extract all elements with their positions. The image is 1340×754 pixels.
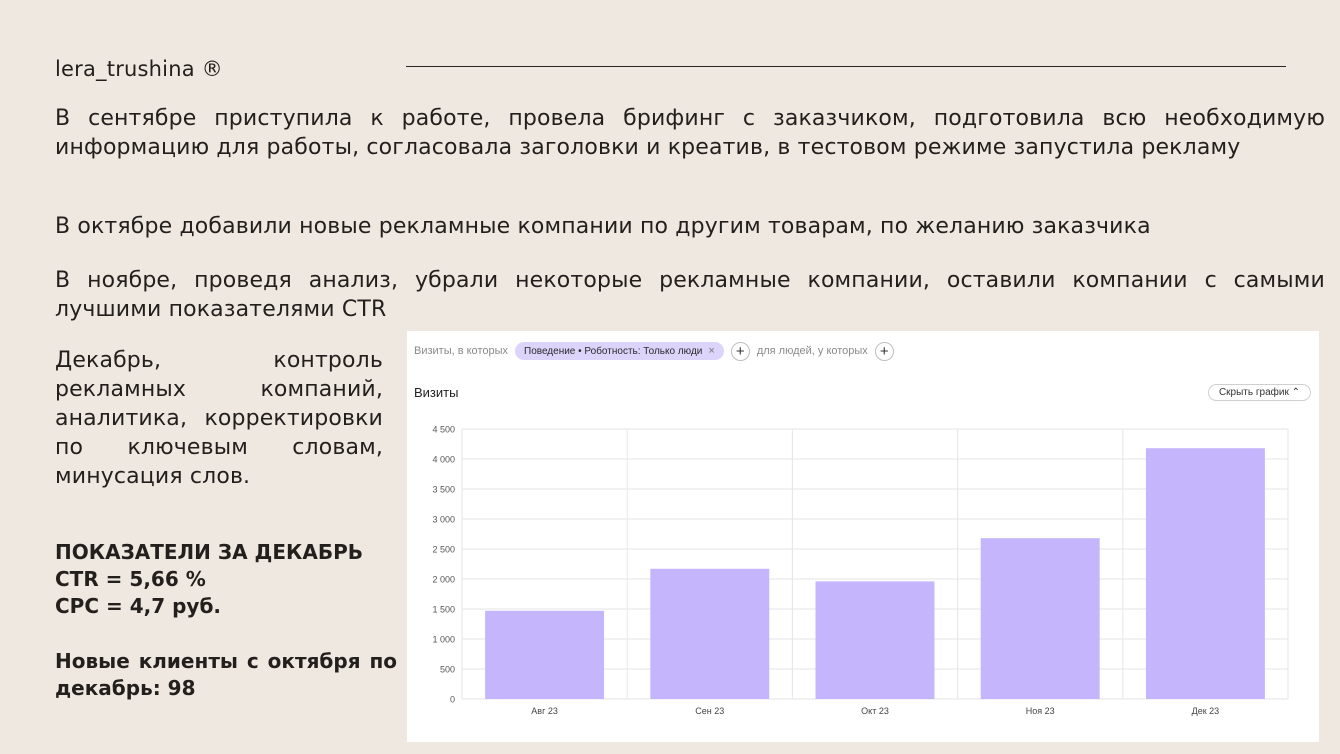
x-tick-label: Дек 23 <box>1192 706 1220 716</box>
bar <box>980 538 1100 699</box>
x-tick-label: Окт 23 <box>861 706 889 716</box>
bar <box>815 581 935 699</box>
new-clients: Новые клиенты с октября по декабрь: 98 <box>55 649 397 700</box>
bar <box>1145 448 1265 699</box>
y-tick-label: 500 <box>440 665 455 675</box>
bar <box>485 610 605 699</box>
metrics-heading: ПОКАЗАТЕЛИ ЗА ДЕКАБРЬ <box>55 540 363 564</box>
paragraph-september: В сентябре приступила к работе, провела … <box>55 106 1325 160</box>
y-tick-label: 1 500 <box>432 605 455 615</box>
y-tick-label: 3 000 <box>432 515 455 525</box>
metrics-block: ПОКАЗАТЕЛИ ЗА ДЕКАБРЬ CTR = 5,66 % CPC =… <box>55 539 363 620</box>
analytics-panel: Визиты, в которых Поведение • Роботность… <box>407 331 1319 742</box>
x-tick-label: Ноя 23 <box>1026 706 1055 716</box>
y-tick-label: 3 500 <box>432 485 455 495</box>
x-tick-label: Сен 23 <box>695 706 724 716</box>
bar <box>650 568 770 699</box>
y-tick-label: 0 <box>450 695 455 705</box>
paragraph-october: В октябре добавили новые рекламные компа… <box>55 214 1151 239</box>
x-tick-label: Авг 23 <box>531 706 558 716</box>
y-tick-label: 1 000 <box>432 635 455 645</box>
paragraph-december: Декабрь, контроль рекламных компаний, ан… <box>55 348 383 489</box>
metric-ctr: CTR = 5,66 % <box>55 567 206 591</box>
paragraph-november: В ноябре, проведя анализ, убрали некотор… <box>55 268 1325 322</box>
y-tick-label: 2 500 <box>432 545 455 555</box>
y-tick-label: 2 000 <box>432 575 455 585</box>
brand: lera_trushina ® <box>55 57 223 81</box>
visits-chart: 0 500 1 000 1 500 2 000 2 500 3 000 3 500 4 000 4… <box>432 425 1289 716</box>
y-tick-label: 4 000 <box>432 455 455 465</box>
metric-cpc: CPC = 4,7 руб. <box>55 594 222 618</box>
y-tick-label: 4 500 <box>432 425 455 435</box>
header-rule <box>406 66 1286 67</box>
